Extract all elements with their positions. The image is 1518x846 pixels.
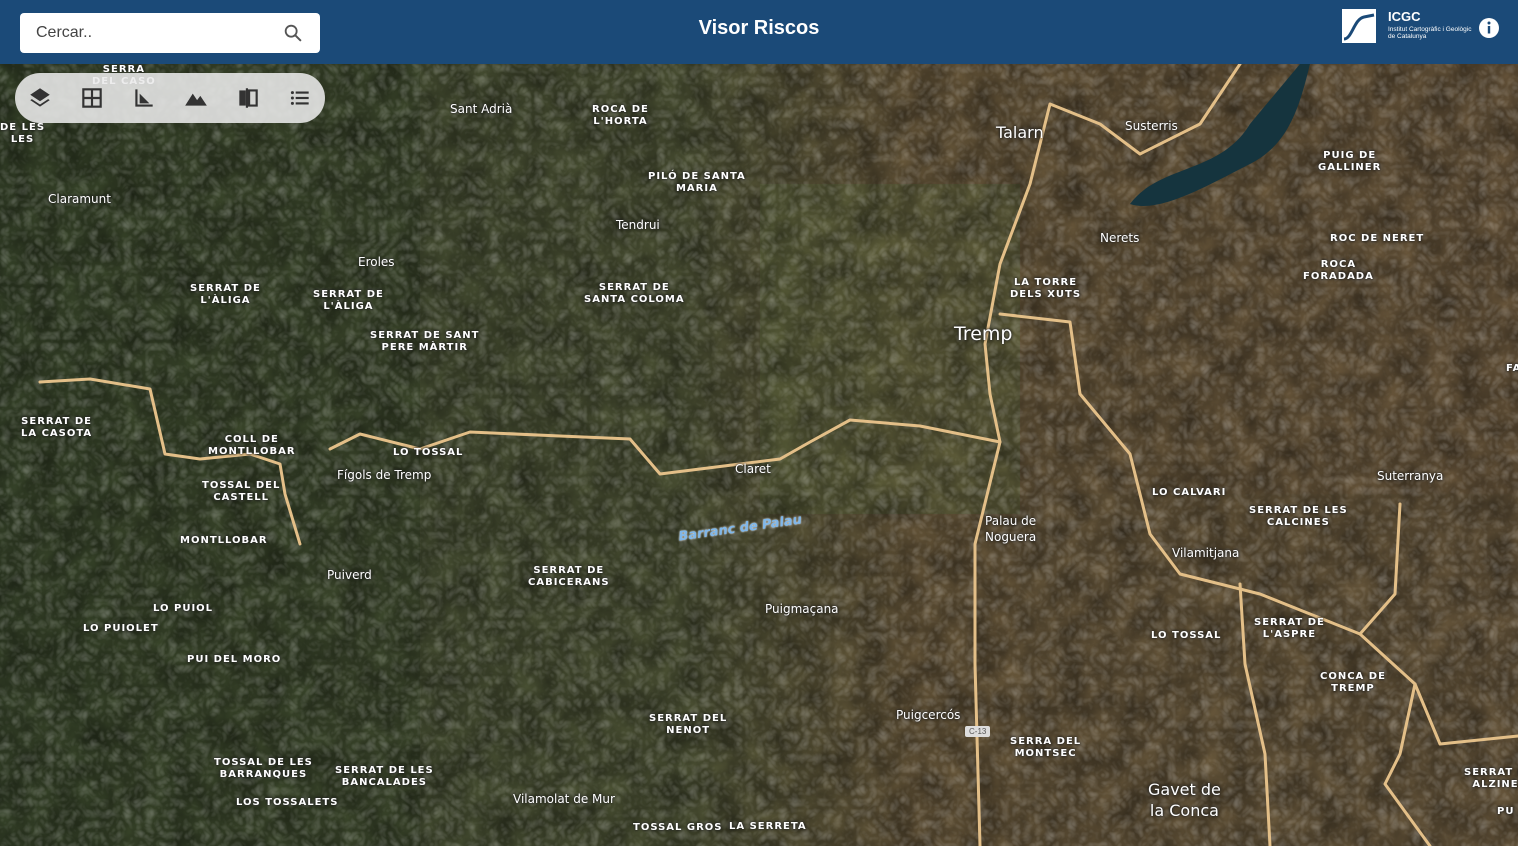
map-label: Gavet de la Conca xyxy=(1148,780,1221,820)
map-label: Palau de Noguera xyxy=(985,514,1037,544)
map-label: LO TOSSAL xyxy=(1151,630,1222,641)
map-label: PU xyxy=(1497,806,1515,817)
map-toolbar xyxy=(15,73,325,123)
map-label: SERRAT DE LA CASOTA xyxy=(21,416,93,439)
map-label: Claramunt xyxy=(48,192,111,206)
map-label: Claret xyxy=(735,462,771,476)
map-label: SERRAT DE L'ASPRE xyxy=(1254,617,1325,640)
map-label: Susterris xyxy=(1125,119,1178,133)
map-label: ROCA FORADADA xyxy=(1303,259,1374,282)
map-label: LOS TOSSALETS xyxy=(236,797,339,808)
app-header: Visor Riscos ICGC Institut Cartogràfic i… xyxy=(0,0,1518,64)
map-label: CONCA DE TREMP xyxy=(1320,671,1386,694)
ruler-icon[interactable] xyxy=(131,85,157,111)
terrain-icon[interactable] xyxy=(183,85,209,111)
map-label: SERRAT DE LES BANCALADES xyxy=(335,765,434,788)
map-label: FA xyxy=(1506,363,1518,374)
map-label: Talarn xyxy=(996,123,1044,142)
map-label: Eroles xyxy=(358,255,395,269)
info-icon[interactable] xyxy=(1478,17,1500,39)
map-label: Tendrui xyxy=(616,218,660,232)
compare-icon[interactable] xyxy=(235,85,261,111)
map-label: MONTLLOBAR xyxy=(180,535,268,546)
satellite-map[interactable]: SERRA DEL CASO DE LES LES Sant Adrià ROC… xyxy=(0,64,1518,846)
map-label: PILÓ DE SANTA MARIA xyxy=(648,171,746,194)
map-label: SERRA DEL MONTSEC xyxy=(1010,736,1082,759)
map-label: PUI DEL MORO xyxy=(187,654,282,665)
map-label: LA SERRETA xyxy=(729,821,807,832)
map-label: Puigcercós xyxy=(896,708,961,722)
map-label: LA TORRE DELS XUTS xyxy=(1010,277,1082,300)
logo-mark-icon xyxy=(1342,9,1376,43)
map-label: SERRAT DE SANTA COLOMA xyxy=(584,282,685,305)
map-label: Tremp xyxy=(954,323,1013,345)
layers-icon[interactable] xyxy=(27,85,53,111)
map-label: TOSSAL GROS xyxy=(633,822,723,833)
logo-name: ICGC xyxy=(1388,9,1421,24)
map-label: ROC DE NERET xyxy=(1330,233,1425,244)
icgc-logo[interactable]: ICGC Institut Cartogràfic i Geològic de … xyxy=(1342,9,1472,45)
grid-icon[interactable] xyxy=(79,85,105,111)
map-label: Puigmaçana xyxy=(765,602,839,616)
map-label: LO PUIOL xyxy=(153,603,214,614)
map-label: SERRAT DE SANT PERE MÀRTIR xyxy=(370,330,480,353)
map-label: Nerets xyxy=(1100,231,1140,245)
map-label: SERRAT DE LES CALCINES xyxy=(1249,505,1348,528)
road-number-badge: C-13 xyxy=(965,726,991,737)
map-label: Suterranya xyxy=(1377,469,1444,483)
map-label: Vilamitjana xyxy=(1172,546,1240,560)
map-label: PUIG DE GALLINER xyxy=(1318,150,1382,173)
map-label: Sant Adrià xyxy=(450,102,513,116)
map-label: SERRAT DE L'ÀLIGA xyxy=(313,289,384,312)
search-input[interactable] xyxy=(20,13,270,53)
map-label: TOSSAL DE LES BARRANQUES xyxy=(214,757,313,780)
map-label: DE LES LES xyxy=(0,122,46,145)
search-box[interactable] xyxy=(20,13,320,53)
map-label: LO PUIOLET xyxy=(83,623,159,634)
logo-subtitle: Institut Cartogràfic i Geològic de Catal… xyxy=(1388,26,1472,40)
map-label: SERRAT D ALZINE xyxy=(1464,767,1518,790)
map-label: ROCA DE L'HORTA xyxy=(592,104,649,127)
map-label: Fígols de Tremp xyxy=(337,468,432,482)
search-icon[interactable] xyxy=(282,22,304,44)
map-label: LO TOSSAL xyxy=(393,447,464,458)
map-label: SERRAT DE CABICERANS xyxy=(528,565,610,588)
map-label: LO CALVARI xyxy=(1152,487,1227,498)
map-label: SERRAT DE L'ÀLIGA xyxy=(190,283,261,306)
map-label: COLL DE MONTLLOBAR xyxy=(208,434,296,457)
map-label: Vilamolat de Mur xyxy=(513,792,615,806)
map-label: SERRAT DEL NENOT xyxy=(649,713,728,736)
list-icon[interactable] xyxy=(287,85,313,111)
map-label: Puiverd xyxy=(327,568,372,582)
map-label: TOSSAL DEL CASTELL xyxy=(202,480,281,503)
